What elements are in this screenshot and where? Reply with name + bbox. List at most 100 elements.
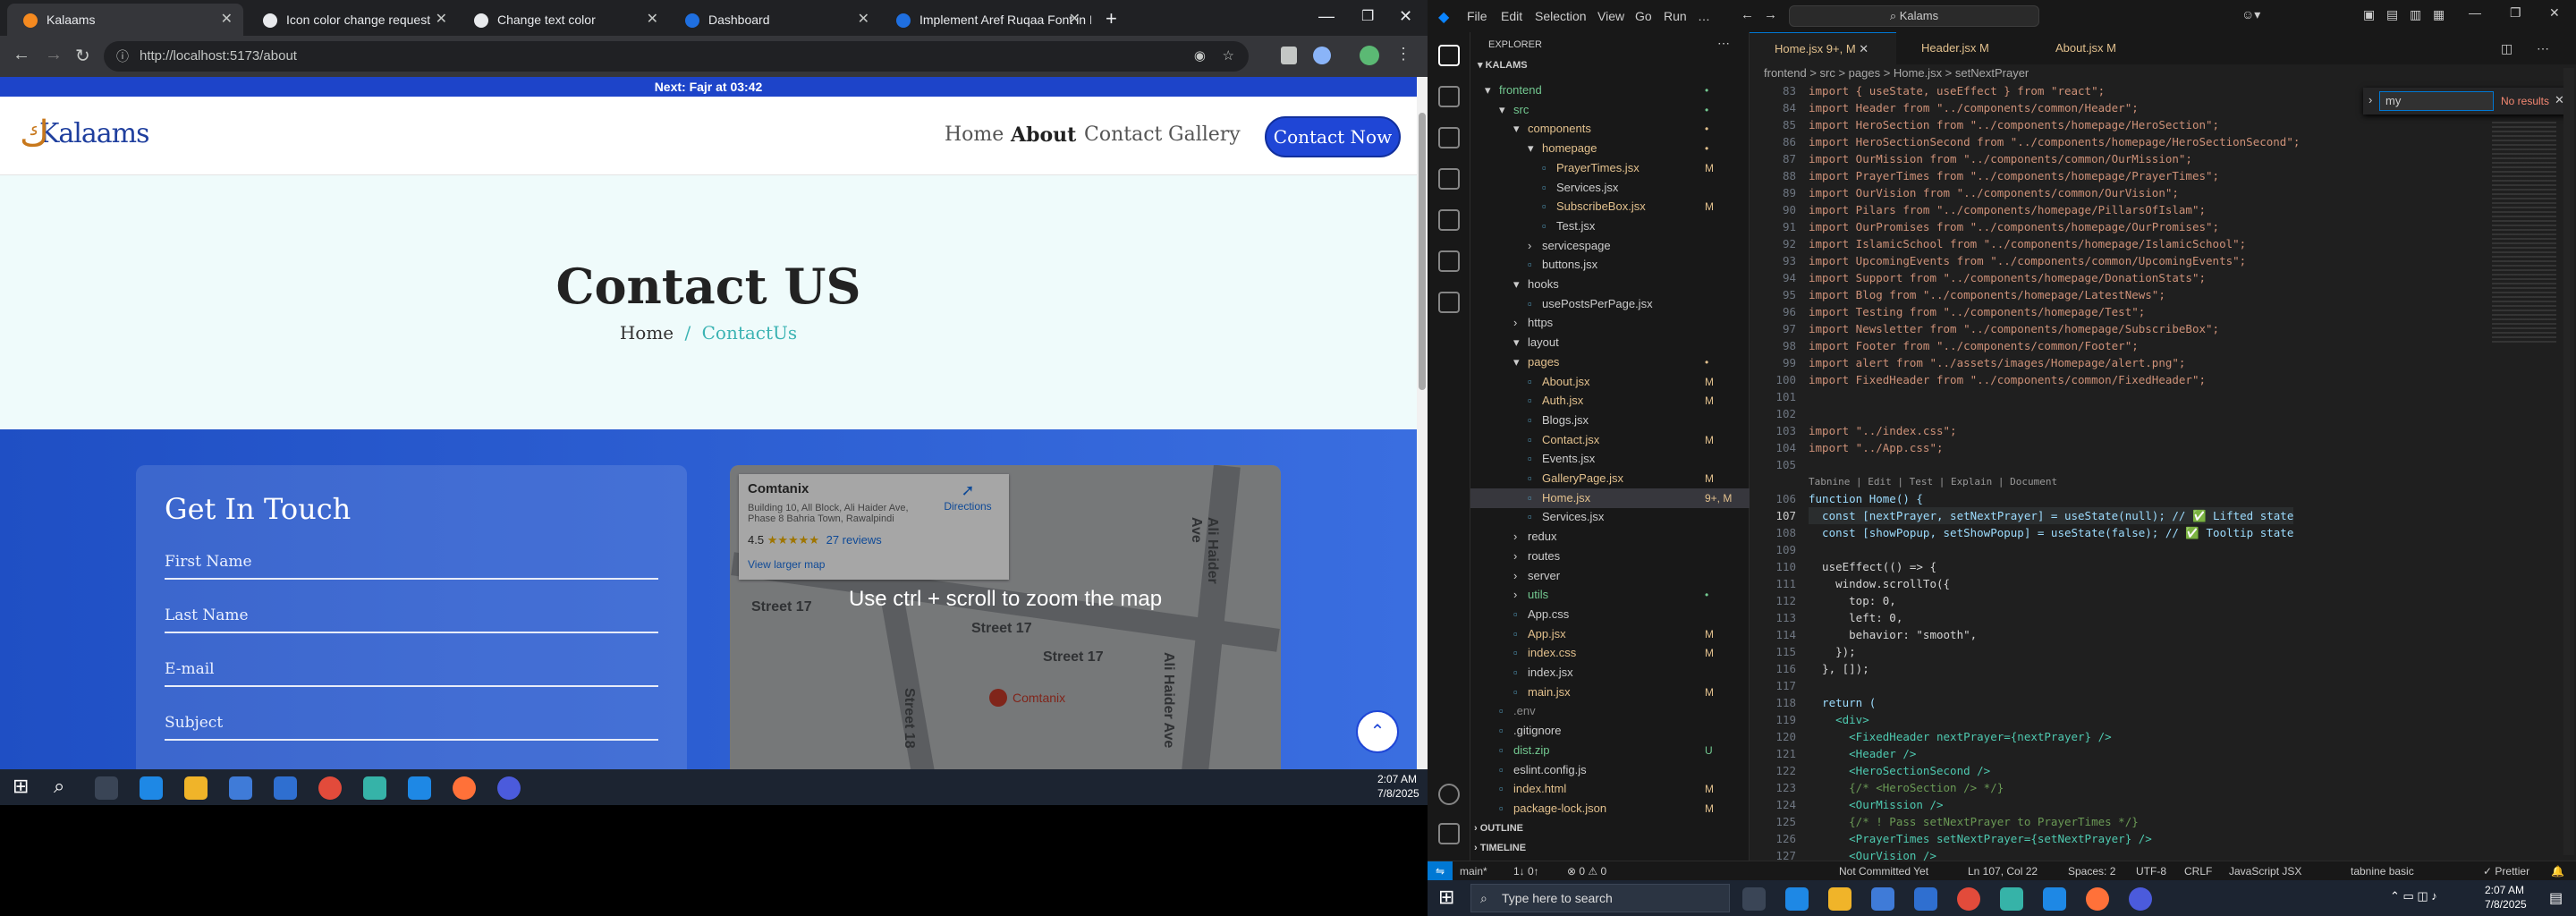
explorer-item[interactable]: › https: [1470, 313, 1750, 333]
bookmark-star-icon[interactable]: ☆: [1223, 41, 1234, 72]
code-line[interactable]: const [nextPrayer, setNextPrayer] = useS…: [1809, 507, 2294, 524]
code-line[interactable]: <HeroSectionSecond />: [1809, 762, 1990, 779]
edge-icon[interactable]: [140, 776, 163, 800]
code-line[interactable]: const [showPopup, setShowPopup] = useSta…: [1809, 524, 2293, 541]
timeline-section[interactable]: › TIMELINE: [1474, 843, 1526, 853]
browser-tab-aref-ruqaa[interactable]: Implement Aref Ruqaa Font in I ✕: [880, 4, 1091, 36]
chrome-icon[interactable]: [318, 776, 342, 800]
extension-icon[interactable]: [1281, 47, 1297, 64]
explorer-item[interactable]: ▫ Test.jsx: [1470, 216, 1750, 236]
code-line[interactable]: <Header />: [1809, 745, 1916, 762]
browser-tab-icon-color[interactable]: Icon color change request ✕: [247, 4, 458, 36]
explorer-item[interactable]: ▫ SubscribeBox.jsx M: [1470, 197, 1750, 216]
chrome-icon[interactable]: [1957, 887, 1980, 911]
prettier-status[interactable]: ✓ Prettier: [2483, 861, 2529, 880]
code-line[interactable]: import Newsletter from "../components/ho…: [1809, 320, 2219, 337]
code-line[interactable]: import OurPromises from "../components/h…: [1809, 218, 2219, 235]
code-line[interactable]: import OurVision from "../components/com…: [1809, 184, 2179, 201]
explorer-item[interactable]: ▫ .gitignore: [1470, 721, 1750, 741]
encoding[interactable]: UTF-8: [2136, 861, 2166, 880]
close-tab-icon[interactable]: ✕: [858, 4, 869, 36]
run-debug-icon[interactable]: [1438, 168, 1460, 190]
location-icon[interactable]: ◉: [1194, 41, 1206, 72]
page-scrollbar[interactable]: [1417, 77, 1428, 805]
source-control-icon[interactable]: [1438, 127, 1460, 148]
explorer-icon[interactable]: [1438, 45, 1460, 66]
vscode-icon[interactable]: [2043, 887, 2066, 911]
maximize-icon[interactable]: ❐: [1361, 7, 1374, 25]
first-name-field[interactable]: First Name: [165, 544, 658, 580]
edge-icon[interactable]: [1785, 887, 1809, 911]
tabnine-icon[interactable]: [1438, 292, 1460, 313]
nav-contact[interactable]: Contact: [1084, 123, 1162, 146]
file-explorer-icon[interactable]: [1828, 887, 1852, 911]
explorer-item[interactable]: ▫ Events.jsx: [1470, 449, 1750, 469]
codelens[interactable]: Tabnine | Edit | Test | Explain | Docume…: [1809, 473, 2057, 490]
windows-start-icon[interactable]: ⊞: [1438, 886, 1454, 909]
explorer-item[interactable]: ▫ main.jsx M: [1470, 683, 1750, 702]
menu-run[interactable]: Run: [1664, 9, 1687, 23]
explorer-item[interactable]: ▾ layout: [1470, 333, 1750, 352]
code-line[interactable]: left: 0,: [1809, 609, 1902, 626]
taskbar-search-input[interactable]: ⌕ Type here to search: [1470, 884, 1730, 912]
code-line[interactable]: <PrayerTimes setNextPrayer={setNextPraye…: [1809, 830, 2152, 847]
language-mode[interactable]: JavaScript JSX: [2229, 861, 2301, 880]
code-line[interactable]: import { useState, useEffect } from "rea…: [1809, 82, 2105, 99]
explorer-item[interactable]: ▫ About.jsx M: [1470, 372, 1750, 392]
code-line[interactable]: import Footer from "../components/common…: [1809, 337, 2139, 354]
scroll-to-top-button[interactable]: ⌃: [1356, 710, 1399, 753]
embedded-map[interactable]: Street 17 Street 17 Street 17 Ali Haider…: [730, 465, 1281, 805]
explorer-item[interactable]: ▫ Auth.jsx M: [1470, 391, 1750, 411]
code-line[interactable]: });: [1809, 643, 1856, 660]
maximize-icon[interactable]: ❐: [2510, 5, 2521, 21]
close-tab-icon[interactable]: ✕: [647, 4, 658, 36]
zoom-icon[interactable]: [497, 776, 521, 800]
menu-file[interactable]: File: [1467, 9, 1487, 23]
workspace-root[interactable]: ▾ KALAMS: [1478, 59, 1528, 71]
site-logo[interactable]: ك Kalaams: [20, 116, 150, 152]
email-field[interactable]: E-mail: [165, 651, 658, 687]
blame-status[interactable]: Not Committed Yet: [1839, 861, 1928, 880]
minimize-icon[interactable]: —: [2469, 5, 2481, 20]
code-line[interactable]: function Home() {: [1809, 490, 1923, 507]
extensions-icon[interactable]: [1438, 209, 1460, 231]
menu-selection[interactable]: Selection: [1535, 9, 1587, 23]
code-line[interactable]: top: 0,: [1809, 592, 1896, 609]
code-line[interactable]: import IslamicSchool from "../components…: [1809, 235, 2246, 252]
sidebar-toggle-icon[interactable]: ▤: [2386, 7, 2398, 22]
vscode-icon[interactable]: [408, 776, 431, 800]
explorer-item[interactable]: › utils •: [1470, 585, 1750, 605]
subject-field[interactable]: Subject: [165, 705, 658, 741]
explorer-item[interactable]: ▫ usePostsPerPage.jsx: [1470, 294, 1750, 314]
explorer-item[interactable]: ▫ PrayerTimes.jsx M: [1470, 158, 1750, 178]
close-window-icon[interactable]: ✕: [2549, 5, 2560, 21]
explorer-item[interactable]: ▫ .env: [1470, 701, 1750, 721]
editor-breadcrumb[interactable]: frontend > src > pages > Home.jsx > setN…: [1764, 66, 2029, 80]
mail-icon[interactable]: [274, 776, 297, 800]
last-name-field[interactable]: Last Name: [165, 598, 658, 633]
code-line[interactable]: return (: [1809, 694, 1876, 711]
explorer-item[interactable]: ▫ Services.jsx: [1470, 178, 1750, 198]
code-line[interactable]: window.scrollTo({: [1809, 575, 1950, 592]
notification-center-icon[interactable]: ▤: [2549, 889, 2563, 907]
problems-count[interactable]: ⊗ 0 ⚠ 0: [1567, 861, 1606, 880]
new-tab-button[interactable]: +: [1106, 7, 1117, 30]
menu-view[interactable]: View: [1597, 9, 1624, 23]
clock-date[interactable]: 7/8/2025: [1377, 787, 1419, 800]
code-line[interactable]: import Support from "../components/homep…: [1809, 269, 2206, 286]
code-line[interactable]: <FixedHeader nextPrayer={nextPrayer} />: [1809, 728, 2112, 745]
code-line[interactable]: import OurMission from "../components/co…: [1809, 150, 2192, 167]
code-line[interactable]: import "../App.css";: [1809, 439, 1944, 456]
file-explorer-icon[interactable]: [184, 776, 208, 800]
code-line[interactable]: import Testing from "../components/homep…: [1809, 303, 2145, 320]
close-window-icon[interactable]: ✕: [1399, 7, 1412, 26]
explorer-item[interactable]: ▫ GalleryPage.jsx M: [1470, 469, 1750, 488]
split-editor-icon[interactable]: ◫: [2501, 41, 2512, 56]
contact-now-button[interactable]: Contact Now: [1265, 116, 1401, 157]
explorer-item[interactable]: ▫ buttons.jsx: [1470, 255, 1750, 275]
code-line[interactable]: import alert from "../assets/images/Home…: [1809, 354, 2185, 371]
close-tab-icon[interactable]: ✕: [221, 4, 233, 36]
code-line[interactable]: import PrayerTimes from "../components/h…: [1809, 167, 2219, 184]
indentation[interactable]: Spaces: 2: [2068, 861, 2115, 880]
editor-scrollbar[interactable]: [2563, 68, 2574, 855]
